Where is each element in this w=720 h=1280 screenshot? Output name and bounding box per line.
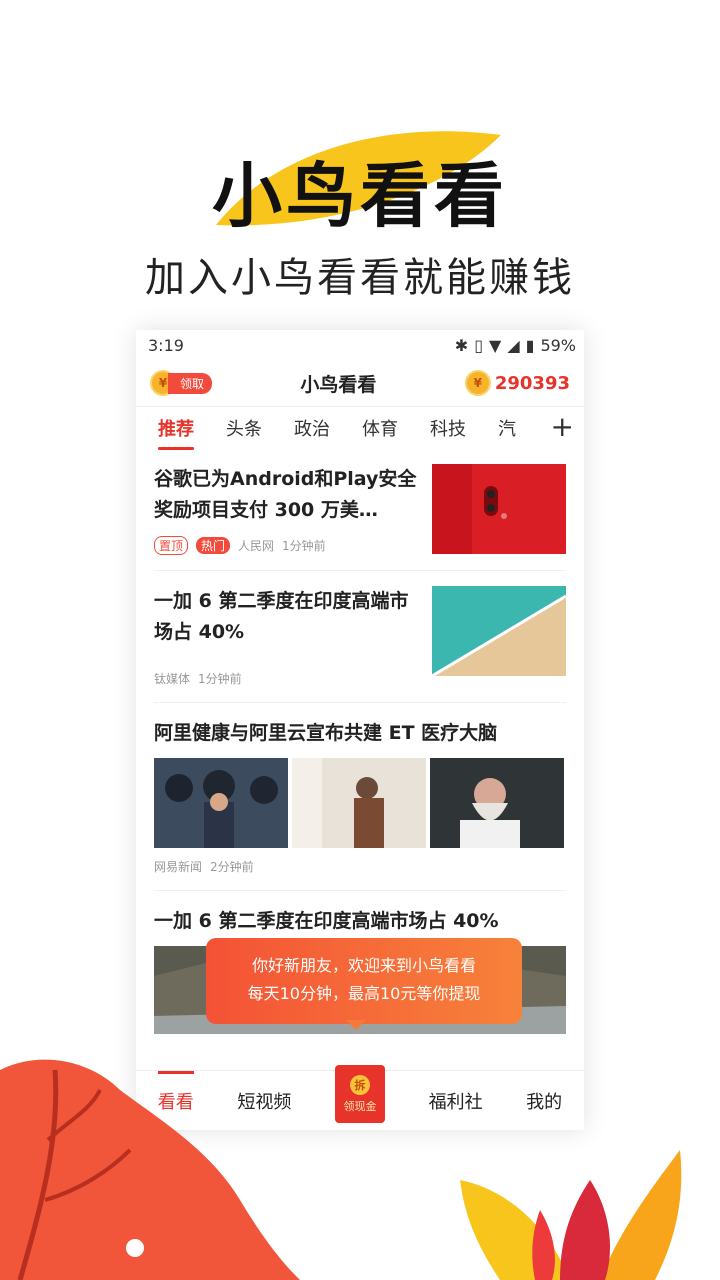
hot-badge: 热门 xyxy=(196,537,231,554)
tab-sports[interactable]: 体育 xyxy=(362,415,398,441)
wifi-icon: ▼ xyxy=(489,335,502,355)
status-bar: 3:19 ✱ ▯ ▼ ◢ ▮ 59% xyxy=(136,330,584,360)
vibrate-icon: ▯ xyxy=(474,335,483,355)
news-item[interactable]: 谷歌已为Android和Play安全奖励项目支付 300 万美… 置顶 热门 人… xyxy=(154,449,566,571)
news-title: 一加 6 第二季度在印度高端市场占 40% xyxy=(154,910,499,932)
news-title: 一加 6 第二季度在印度高端市场占 40% xyxy=(154,590,409,643)
tab-recommend[interactable]: 推荐 xyxy=(158,415,194,450)
news-time: 1分钟前 xyxy=(282,539,326,553)
battery-icon: ▮ xyxy=(525,335,535,355)
category-tabs: 推荐 头条 政治 体育 科技 汽 + xyxy=(136,407,584,450)
tab-headlines[interactable]: 头条 xyxy=(226,415,262,441)
news-title: 谷歌已为Android和Play安全奖励项目支付 300 万美… xyxy=(154,468,417,521)
news-time: 2分钟前 xyxy=(210,860,254,874)
add-tab-button[interactable]: + xyxy=(544,413,574,441)
claim-label: 领取 xyxy=(168,372,213,394)
news-source: 网易新闻 xyxy=(154,860,203,874)
coin-balance[interactable]: ¥ 290393 xyxy=(464,370,570,396)
hero-title: 小鸟看看 xyxy=(212,155,508,237)
tab-tech[interactable]: 科技 xyxy=(430,415,466,441)
news-source: 钛媒体 xyxy=(154,672,191,686)
app-bar: ¥ 领取 小鸟看看 ¥ 290393 xyxy=(136,360,584,407)
news-thumbnail xyxy=(432,586,566,676)
nav-profile[interactable]: 我的 xyxy=(526,1088,562,1114)
red-leaf-decoration xyxy=(0,1059,300,1280)
nav-welfare[interactable]: 福利社 xyxy=(429,1088,483,1114)
popup-line-2: 每天10分钟，最高10元等你提现 xyxy=(247,984,481,1003)
signal-icon: ◢ xyxy=(507,335,520,355)
popup-line-1: 你好新朋友，欢迎来到小鸟看看 xyxy=(251,956,476,975)
news-thumbnail xyxy=(430,758,564,848)
yellow-leaf-decoration xyxy=(460,1150,682,1280)
news-image-row xyxy=(154,758,566,848)
coin-icon: ¥ xyxy=(464,370,491,396)
cash-label: 领现金 xyxy=(343,1099,377,1113)
popup-pointer xyxy=(346,1020,366,1030)
app-title: 小鸟看看 xyxy=(300,373,377,396)
pinned-badge: 置顶 xyxy=(154,536,189,555)
news-thumbnail xyxy=(292,758,426,848)
news-meta: 网易新闻 2分钟前 xyxy=(154,858,566,875)
welcome-popup[interactable]: 你好新朋友，欢迎来到小鸟看看 每天10分钟，最高10元等你提现 xyxy=(206,938,522,1024)
news-meta: 置顶 热门 人民网 1分钟前 xyxy=(154,536,424,555)
news-thumbnail xyxy=(154,758,288,848)
news-time: 1分钟前 xyxy=(198,672,242,686)
news-item[interactable]: 一加 6 第二季度在印度高端市场占 40% 钛媒体 1分钟前 xyxy=(154,571,566,703)
red-envelope-button[interactable]: 拆 领现金 xyxy=(334,1065,385,1123)
bluetooth-icon: ✱ xyxy=(454,335,469,355)
unwrap-icon: 拆 xyxy=(349,1074,370,1095)
hero-subtitle: 加入小鸟看看就能赚钱 xyxy=(145,255,575,301)
news-meta: 钛媒体 1分钟前 xyxy=(154,670,424,687)
news-item[interactable]: 阿里健康与阿里云宣布共建 ET 医疗大脑 网易新闻 2分钟前 xyxy=(154,703,566,891)
battery-percent: 59% xyxy=(540,335,576,355)
status-time: 3:19 xyxy=(148,335,184,355)
balance-value: 290393 xyxy=(494,372,570,394)
tab-auto[interactable]: 汽 xyxy=(498,415,516,441)
news-title: 阿里健康与阿里云宣布共建 ET 医疗大脑 xyxy=(154,722,498,744)
news-thumbnail xyxy=(432,464,566,554)
tab-politics[interactable]: 政治 xyxy=(294,415,330,441)
claim-button[interactable]: ¥ 领取 xyxy=(150,370,213,396)
phone-screen: 3:19 ✱ ▯ ▼ ◢ ▮ 59% ¥ 领取 小鸟看看 ¥ 290393 推荐… xyxy=(136,330,584,1130)
news-source: 人民网 xyxy=(238,539,275,553)
